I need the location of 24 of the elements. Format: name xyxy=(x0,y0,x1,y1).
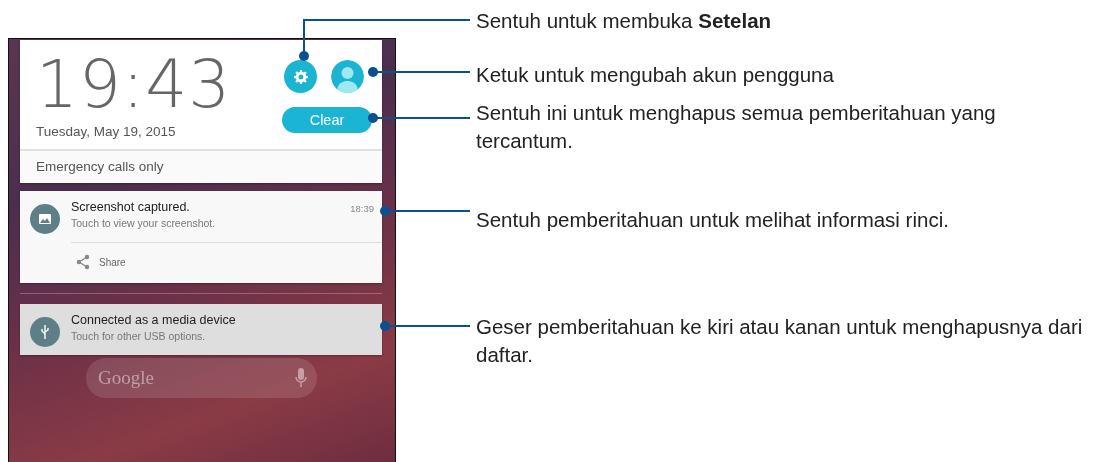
callout-text: Sentuh ini untuk menghapus semua pemberitahuan yang tercantum. xyxy=(476,100,997,154)
callout-text: Geser pemberitahuan ke kiri atau kanan untuk menghapusnya dari daftar. xyxy=(476,314,1084,368)
callout-text: Ketuk untuk mengubah akun pengguna xyxy=(476,62,834,88)
notification-card[interactable]: Connected as a media device Touch for other USB options. xyxy=(20,304,382,355)
notification-card[interactable]: Screenshot captured. Touch to view your screenshot. 18:39 Share xyxy=(20,191,382,283)
notification-time: 18:39 xyxy=(350,203,374,214)
callout-text: Sentuh pemberitahuan untuk melihat informasi rinci. xyxy=(476,207,949,233)
date-label: Tuesday, May 19, 2015 xyxy=(36,124,176,139)
usb-icon xyxy=(41,325,49,339)
notification-title: Screenshot captured. xyxy=(71,200,191,214)
image-icon xyxy=(39,214,51,224)
share-action[interactable]: Share xyxy=(99,256,126,268)
notification-title: Connected as a media device xyxy=(71,313,237,327)
settings-icon xyxy=(293,69,308,84)
notification-text: Touch for other USB options. xyxy=(71,330,207,342)
share-icon xyxy=(75,254,91,270)
settings-button[interactable] xyxy=(284,60,317,93)
callout-text: Sentuh untuk membuka Setelan xyxy=(476,8,772,34)
search-logo-text: Google xyxy=(98,367,154,389)
clock: 19:43 xyxy=(36,54,232,116)
microphone-icon[interactable] xyxy=(295,368,307,388)
status-text: Emergency calls only xyxy=(36,159,164,174)
user-avatar-icon[interactable] xyxy=(331,60,364,93)
notification-text: Touch to view your screenshot. xyxy=(71,217,217,229)
